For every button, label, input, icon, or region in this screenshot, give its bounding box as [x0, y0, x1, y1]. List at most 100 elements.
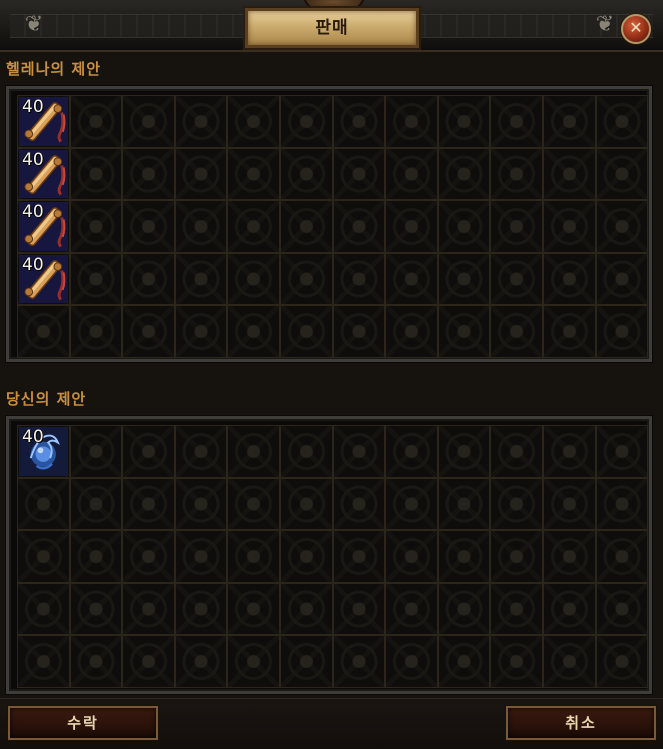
your-grid-cell[interactable]	[490, 582, 543, 635]
helena-grid-cell[interactable]	[490, 252, 543, 305]
your-grid-cell[interactable]	[385, 635, 438, 688]
your-grid-cell[interactable]	[595, 530, 649, 583]
helena-grid-cell[interactable]	[332, 252, 386, 305]
helena-grid-cell[interactable]: 40	[17, 95, 70, 148]
helena-grid-cell[interactable]	[437, 305, 491, 358]
helena-grid-cell[interactable]	[385, 95, 438, 148]
helena-grid-cell[interactable]	[385, 305, 438, 358]
helena-grid-cell[interactable]	[542, 305, 596, 358]
your-grid-cell[interactable]	[385, 477, 438, 530]
your-grid-cell[interactable]	[174, 425, 228, 478]
your-grid-cell[interactable]	[227, 530, 280, 583]
helena-grid-cell[interactable]	[542, 147, 596, 200]
your-grid-cell[interactable]	[227, 635, 280, 688]
your-grid-cell[interactable]	[17, 635, 70, 688]
helena-grid-cell[interactable]	[437, 95, 491, 148]
your-grid-cell[interactable]	[227, 477, 280, 530]
helena-grid-cell[interactable]	[385, 252, 438, 305]
your-grid-cell[interactable]	[385, 425, 438, 478]
your-grid-cell[interactable]	[69, 582, 123, 635]
helena-grid-cell[interactable]	[227, 252, 280, 305]
your-grid-cell[interactable]	[332, 530, 386, 583]
helena-grid-cell[interactable]	[174, 147, 228, 200]
helena-grid-cell[interactable]	[385, 200, 438, 253]
helena-grid-cell[interactable]	[227, 95, 280, 148]
helena-grid-cell[interactable]	[279, 305, 333, 358]
helena-scroll-item[interactable]: 40	[19, 149, 68, 198]
your-grid-cell[interactable]	[437, 530, 491, 583]
helena-grid-cell[interactable]	[227, 305, 280, 358]
helena-grid-cell[interactable]	[595, 252, 649, 305]
helena-grid-cell[interactable]	[490, 147, 543, 200]
helena-grid-cell[interactable]	[174, 95, 228, 148]
your-grid-cell[interactable]	[332, 477, 386, 530]
helena-grid-cell[interactable]	[122, 95, 175, 148]
your-grid-cell[interactable]	[437, 425, 491, 478]
helena-grid-cell[interactable]	[69, 95, 123, 148]
helena-grid-cell[interactable]	[279, 200, 333, 253]
helena-grid-cell[interactable]	[122, 252, 175, 305]
your-grid-cell[interactable]	[490, 425, 543, 478]
your-grid-cell[interactable]	[437, 477, 491, 530]
your-grid-cell[interactable]	[227, 425, 280, 478]
helena-grid-cell[interactable]	[437, 147, 491, 200]
helena-grid-cell[interactable]	[490, 305, 543, 358]
helena-grid-cell[interactable]	[595, 200, 649, 253]
your-grid-cell[interactable]	[385, 530, 438, 583]
your-grid-cell[interactable]	[122, 425, 175, 478]
helena-grid-cell[interactable]	[542, 252, 596, 305]
helena-grid-cell[interactable]	[174, 305, 228, 358]
your-grid-cell[interactable]	[227, 582, 280, 635]
helena-grid-cell[interactable]	[69, 200, 123, 253]
your-grid-cell[interactable]	[122, 635, 175, 688]
your-grid-cell[interactable]	[174, 635, 228, 688]
your-grid-cell[interactable]	[122, 477, 175, 530]
helena-grid-cell[interactable]	[174, 252, 228, 305]
your-grid-cell[interactable]	[279, 530, 333, 583]
your-grid-cell[interactable]	[17, 582, 70, 635]
helena-grid-cell[interactable]	[279, 147, 333, 200]
close-button[interactable]: ✕	[621, 14, 651, 44]
helena-grid-cell[interactable]	[332, 200, 386, 253]
your-grid-cell[interactable]	[279, 635, 333, 688]
your-grid-cell[interactable]	[595, 425, 649, 478]
helena-grid-cell[interactable]	[490, 95, 543, 148]
helena-grid-cell[interactable]	[595, 95, 649, 148]
your-grid-cell[interactable]	[542, 477, 596, 530]
your-grid-cell[interactable]	[490, 635, 543, 688]
helena-grid-cell[interactable]	[542, 95, 596, 148]
helena-grid-cell[interactable]	[385, 147, 438, 200]
helena-grid-cell[interactable]	[279, 252, 333, 305]
your-grid-cell[interactable]	[490, 477, 543, 530]
helena-grid-cell[interactable]	[595, 305, 649, 358]
your-grid-cell[interactable]	[17, 477, 70, 530]
helena-grid-cell[interactable]	[437, 252, 491, 305]
cancel-button[interactable]: 취소	[506, 706, 656, 740]
accept-button[interactable]: 수락	[8, 706, 158, 740]
helena-grid-cell[interactable]	[17, 305, 70, 358]
helena-scroll-item[interactable]: 40	[19, 97, 68, 146]
your-grid-cell[interactable]	[174, 582, 228, 635]
your-grid-cell[interactable]	[332, 582, 386, 635]
helena-grid-cell[interactable]	[227, 147, 280, 200]
helena-grid-cell[interactable]	[122, 305, 175, 358]
your-grid-cell[interactable]	[69, 477, 123, 530]
your-grid-cell[interactable]	[385, 582, 438, 635]
helena-grid-cell[interactable]	[174, 200, 228, 253]
your-grid-cell[interactable]	[174, 477, 228, 530]
helena-grid-cell[interactable]	[69, 147, 123, 200]
helena-grid-cell[interactable]	[69, 252, 123, 305]
helena-grid-cell[interactable]	[332, 95, 386, 148]
your-grid-cell[interactable]	[490, 530, 543, 583]
your-grid-cell[interactable]	[332, 635, 386, 688]
your-grid-cell[interactable]	[332, 425, 386, 478]
helena-grid-cell[interactable]	[595, 147, 649, 200]
helena-grid-cell[interactable]	[332, 147, 386, 200]
helena-scroll-item[interactable]: 40	[19, 254, 68, 303]
your-grid-cell[interactable]	[437, 582, 491, 635]
your-grid-cell[interactable]	[542, 530, 596, 583]
your-grid-cell[interactable]	[279, 477, 333, 530]
helena-grid-cell[interactable]	[279, 95, 333, 148]
your-grid-cell[interactable]	[542, 582, 596, 635]
helena-grid-cell[interactable]	[542, 200, 596, 253]
